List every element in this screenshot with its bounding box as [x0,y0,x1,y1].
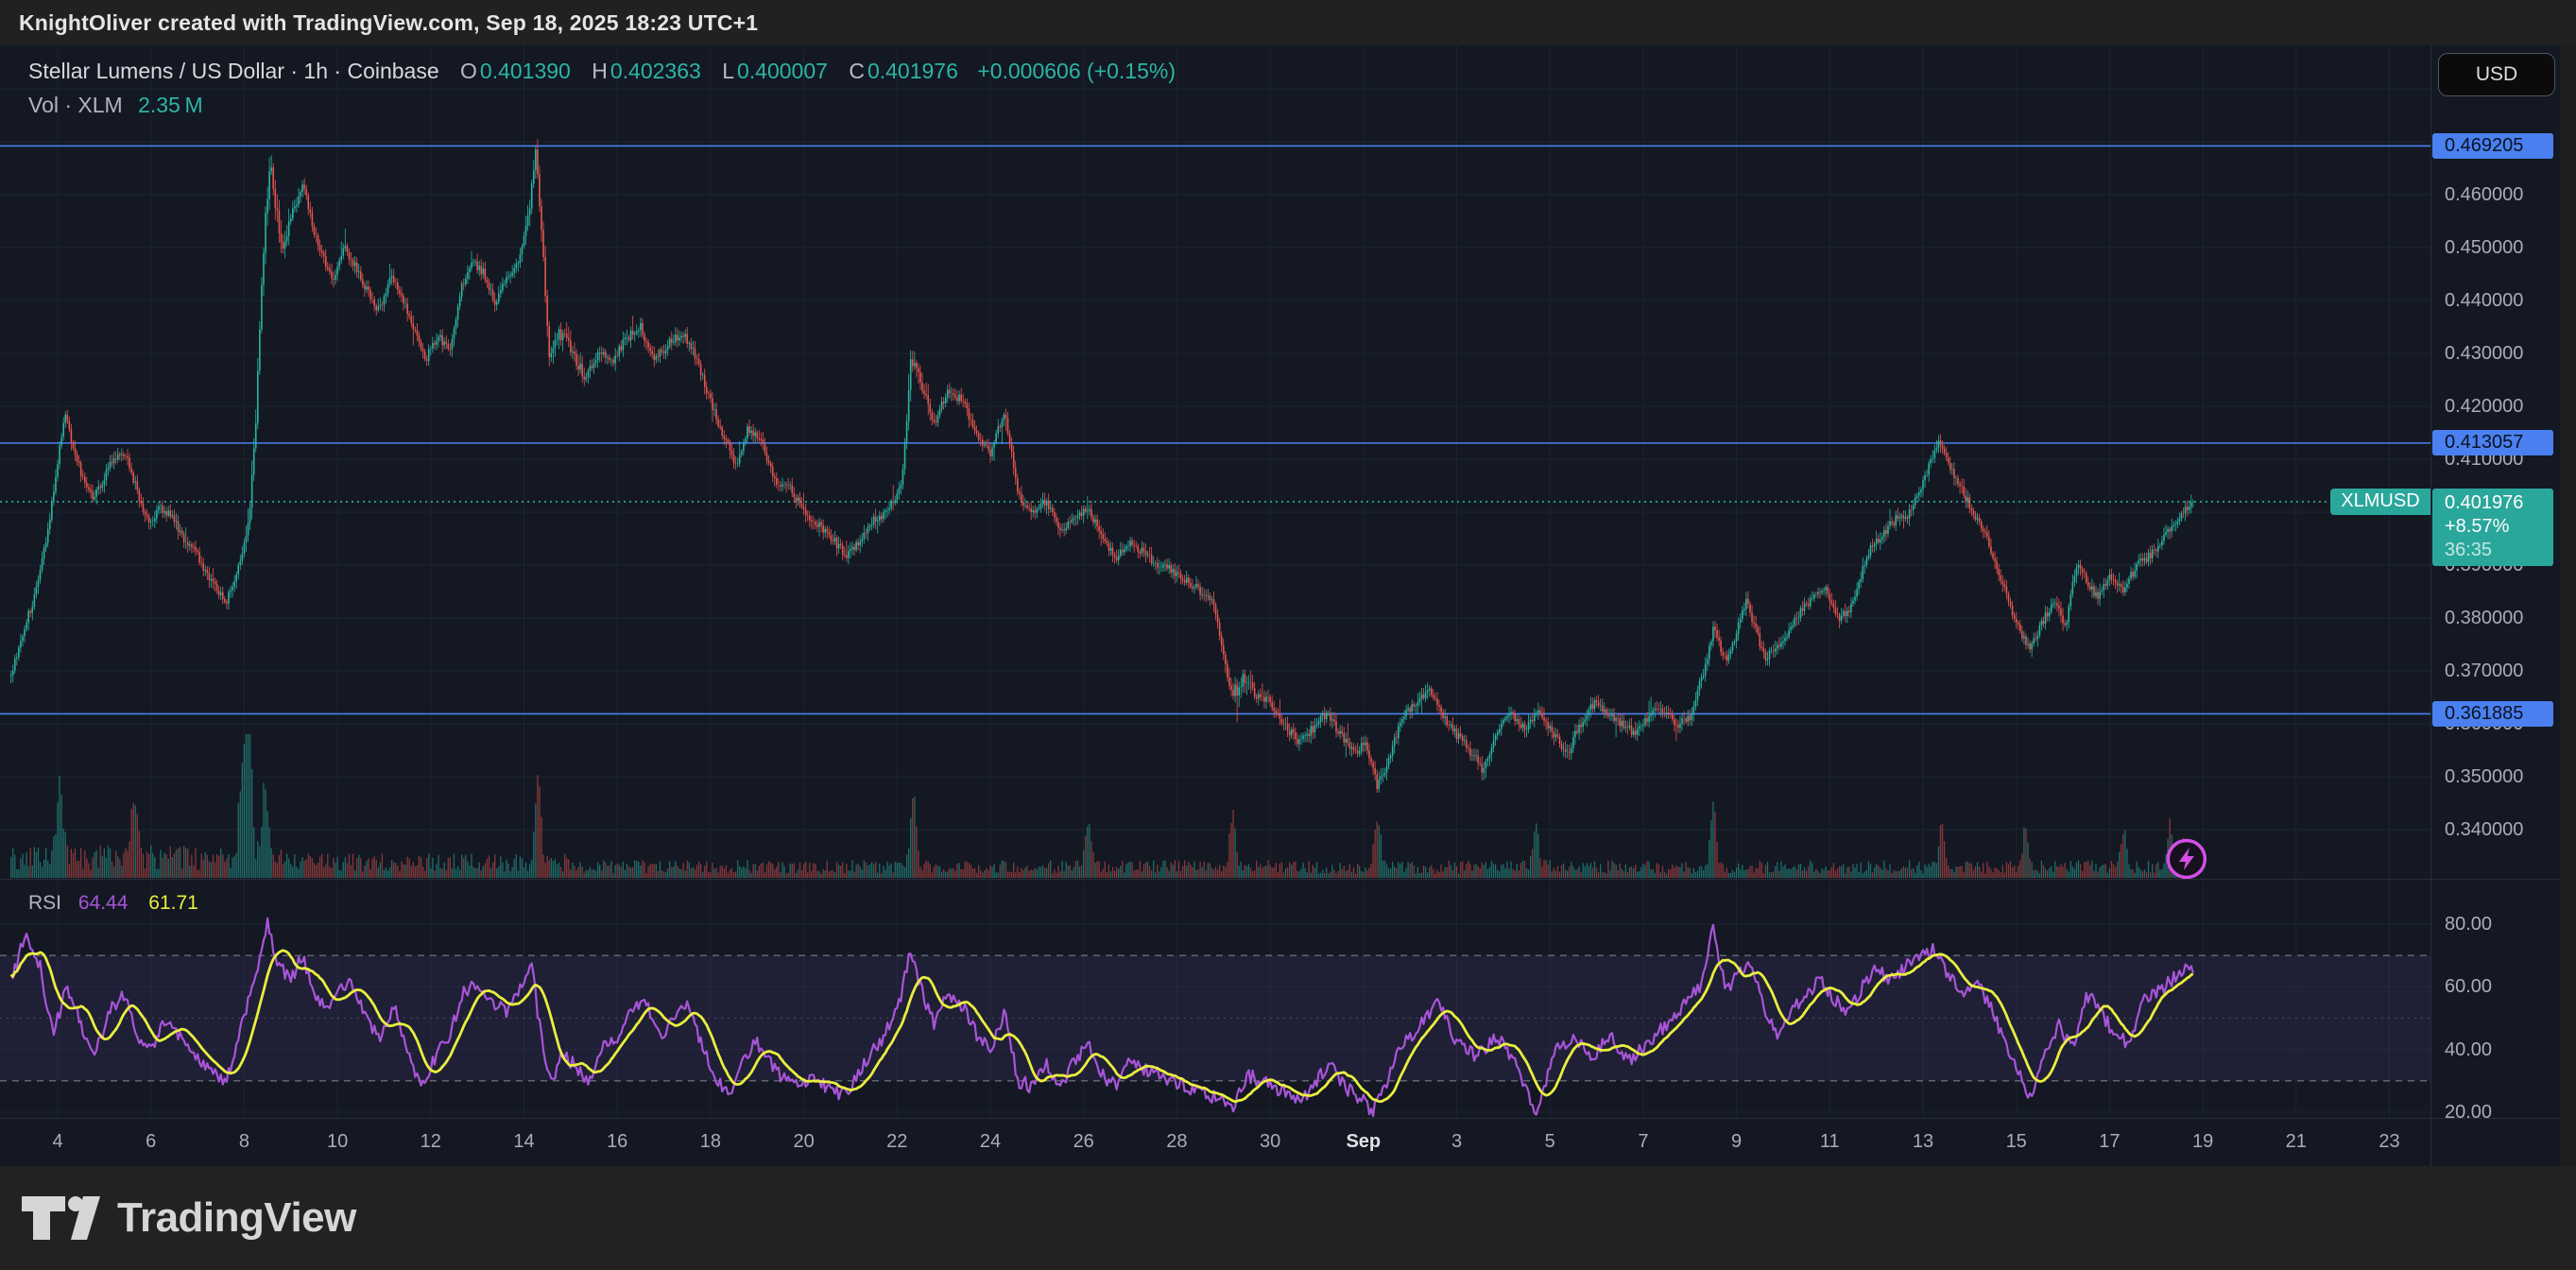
price-axis[interactable]: 0.460000 0.450000 0.440000 0.430000 0.420000… [2431,45,2560,1166]
price-chart-canvas[interactable] [0,45,2576,1166]
footer-bar: TradingView [0,1166,2576,1270]
volume-label[interactable]: Vol · XLM [28,93,123,117]
candle-bodies-up [11,149,2193,789]
last-price-badge: 0.401976+8.57%36:35 [2432,489,2553,566]
volume-bars-up [11,734,2193,878]
price-change: +0.000606 (+0.15%) [977,59,1176,83]
price-level-badge: 0.361885 [2432,701,2553,727]
last-price-change-pct: +8.57% [2445,515,2553,539]
tradingview-logo-icon [21,1194,102,1242]
symbol-legend-row: Stellar Lumens / US Dollar · 1h · Coinba… [28,59,1176,84]
close-value: 0.401976 [867,59,958,83]
watermark-bar: KnightOliver created with TradingView.co… [0,0,2576,45]
volume-value: 2.35 M [138,93,203,117]
watermark-text: KnightOliver created with TradingView.co… [19,10,758,36]
chart-area: Stellar Lumens / US Dollar · 1h · Coinba… [0,45,2576,1166]
time-axis-label: 6 [146,1130,156,1153]
rsi-axis-label: 60.00 [2445,976,2492,997]
last-price-value: 0.401976 [2445,491,2553,515]
time-axis-label: 28 [1166,1130,1187,1153]
high-value: 0.402363 [610,59,701,83]
price-level-badge: 0.469205 [2432,133,2553,159]
time-axis-label: 22 [886,1130,907,1153]
symbol-title[interactable]: Stellar Lumens / US Dollar · 1h · Coinba… [28,59,439,83]
tradingview-logo[interactable]: TradingView [21,1194,356,1242]
time-axis-label: 4 [52,1130,62,1153]
time-axis-label: 3 [1451,1130,1462,1153]
time-axis-label: 21 [2286,1130,2307,1153]
last-price-symbol-tag[interactable]: XLMUSD [2330,489,2430,515]
open-value: 0.401390 [480,59,571,83]
tradingview-logo-text: TradingView [117,1194,356,1242]
time-axis-label: 26 [1073,1130,1094,1153]
price-axis-label: 0.370000 [2445,661,2523,681]
candle-wicks-up [11,146,2193,792]
high-label: H [592,59,608,83]
open-label: O [460,59,477,83]
price-axis-label: 0.380000 [2445,608,2523,628]
low-label: L [722,59,734,83]
candle-bodies-down [30,149,2187,789]
time-axis-label: 15 [2006,1130,2027,1153]
price-axis-label: 0.430000 [2445,343,2523,364]
time-axis-label: 8 [239,1130,249,1153]
time-axis-label: 18 [700,1130,721,1153]
rsi-axis-label: 80.00 [2445,914,2492,935]
time-axis-label: 11 [1820,1130,1840,1153]
time-axis-label: 20 [793,1130,814,1153]
low-value: 0.400007 [737,59,828,83]
time-axis-label: Sep [1346,1130,1381,1153]
time-axis-label: 19 [2192,1130,2213,1153]
time-axis-label: 30 [1260,1130,1280,1153]
time-axis-label: 17 [2099,1130,2120,1153]
time-axis-label: 7 [1638,1130,1648,1153]
price-axis-label: 0.350000 [2445,766,2523,787]
price-axis-label: 0.420000 [2445,396,2523,417]
time-axis-label: 12 [421,1130,441,1153]
price-axis-label: 0.440000 [2445,290,2523,311]
close-label: C [849,59,865,83]
time-axis[interactable]: 4 6 8 10 12 14 16 18 20 22 24 26 28 30 Sep 3 5 7 9 11 13 15 17… [0,1119,2560,1166]
time-axis-label: 5 [1545,1130,1555,1153]
price-axis-label: 0.460000 [2445,184,2523,205]
rsi-value-signal: 61.71 [148,892,198,914]
rsi-legend: RSI 64.44 61.71 [28,892,198,915]
time-axis-label: 16 [607,1130,627,1153]
price-axis-label: 0.340000 [2445,819,2523,840]
price-level-badge: 0.413057 [2432,430,2553,455]
lightning-marker-icon[interactable] [2168,841,2205,878]
rsi-axis-label: 40.00 [2445,1039,2492,1060]
volume-bars-down [30,775,2187,878]
time-axis-label: 13 [1913,1130,1933,1153]
price-axis-label: 0.450000 [2445,237,2523,258]
time-axis-label: 23 [2379,1130,2399,1153]
time-axis-label: 14 [513,1130,534,1153]
rsi-value-main: 64.44 [78,892,129,914]
time-axis-label: 24 [980,1130,1001,1153]
chart-legend: Stellar Lumens / US Dollar · 1h · Coinba… [28,59,1176,118]
volume-legend-row: Vol · XLM 2.35 M [28,93,1176,118]
candle-wicks-down [30,139,2187,793]
currency-toggle-button[interactable]: USD [2438,53,2555,96]
bar-countdown: 36:35 [2445,539,2553,562]
time-axis-label: 10 [327,1130,348,1153]
time-axis-label: 9 [1731,1130,1742,1153]
rsi-label[interactable]: RSI [28,892,61,914]
right-edge-strip [2560,45,2576,1166]
pane-separator[interactable] [0,879,2560,880]
